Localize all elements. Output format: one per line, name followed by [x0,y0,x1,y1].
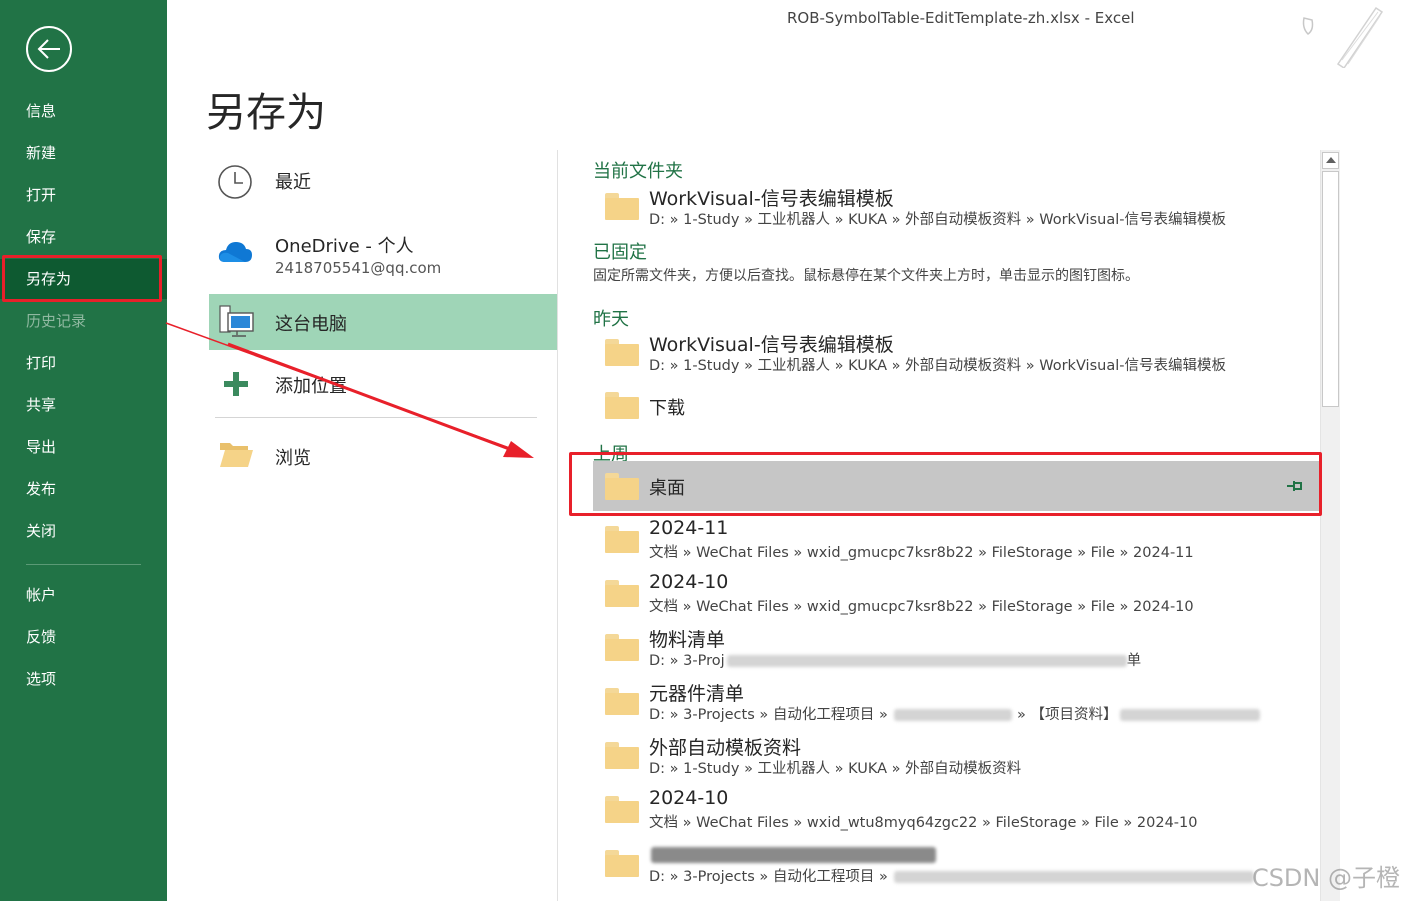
watermark: CSDN @子橙 [1251,864,1400,892]
save-as-backstage: { "window": { "title": "ROB-SymbolTable-… [0,0,1406,901]
annotation-arrow-icon [165,322,534,458]
